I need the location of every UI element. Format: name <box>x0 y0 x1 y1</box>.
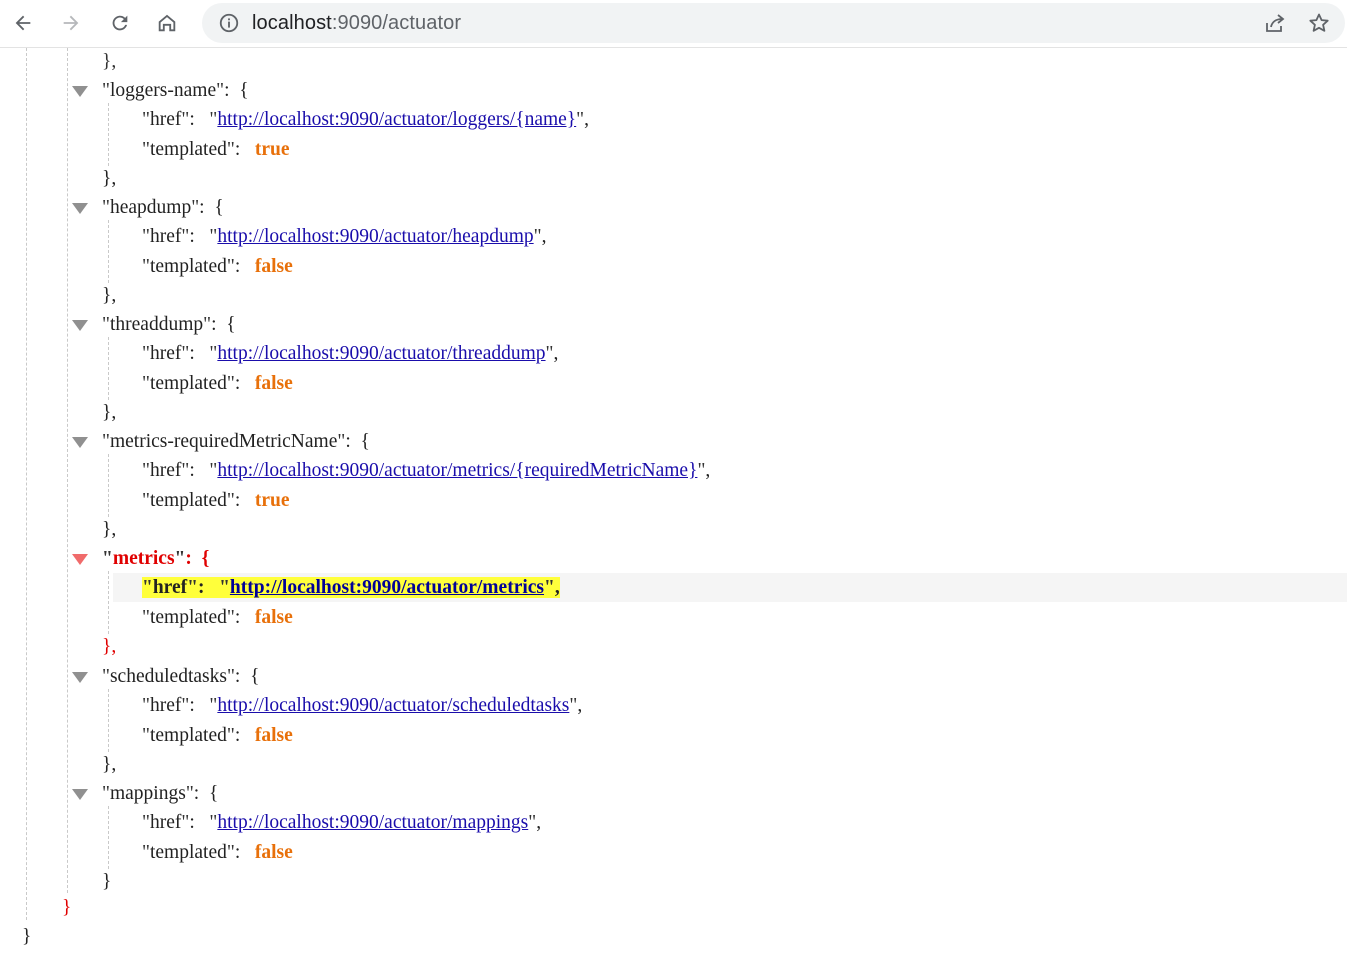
reload-icon <box>112 15 128 31</box>
object-guide-line <box>108 454 109 517</box>
info-icon[interactable] <box>218 12 240 34</box>
home-button[interactable] <box>150 6 184 40</box>
templated-value: false <box>254 607 293 628</box>
entry-key: heapdump <box>109 197 192 218</box>
collapse-toggle-icon[interactable] <box>72 203 88 214</box>
entry-close: }, <box>102 754 117 775</box>
root-guide-line <box>26 48 27 920</box>
entry-key-line: "metrics-requiredMetricName": { <box>102 431 370 452</box>
templated-value: true <box>254 490 290 511</box>
reload-button[interactable] <box>103 6 137 40</box>
entry-key: metrics <box>112 548 175 569</box>
back-button[interactable] <box>6 6 40 40</box>
templated-line: "templated": true <box>142 490 290 511</box>
href-link[interactable]: http://localhost:9090/actuator/scheduled… <box>217 695 569 716</box>
entry-key: mappings <box>109 783 186 804</box>
entry-close: }, <box>102 168 117 189</box>
href-link[interactable]: http://localhost:9090/actuator/loggers/{… <box>217 109 576 130</box>
collapse-toggle-icon[interactable] <box>72 554 88 565</box>
templated-line: "templated": false <box>142 256 293 277</box>
collapse-toggle-icon[interactable] <box>72 320 88 331</box>
object-guide-line <box>108 337 109 400</box>
templated-line: "templated": false <box>142 842 293 863</box>
href-link[interactable]: http://localhost:9090/actuator/metrics <box>230 577 544 598</box>
entry-key-line: "heapdump": { <box>102 197 224 218</box>
templated-value: true <box>254 139 290 160</box>
object-guide-line <box>108 103 109 166</box>
href-line: "href": "http://localhost:9090/actuator/… <box>142 812 542 833</box>
templated-line: "templated": false <box>142 373 293 394</box>
templated-value: false <box>254 842 293 863</box>
json-viewer: }, "loggers-name": { "href": "http://loca… <box>0 48 1347 955</box>
templated-line: "templated": true <box>142 139 290 160</box>
entry-close: }, <box>102 402 117 423</box>
collapse-toggle-icon[interactable] <box>72 86 88 97</box>
share-icon[interactable] <box>1263 11 1287 35</box>
collapse-toggle-icon[interactable] <box>72 789 88 800</box>
href-line: "href": "http://localhost:9090/actuator/… <box>142 460 711 481</box>
templated-value: false <box>254 256 293 277</box>
entry-key-line: "scheduledtasks": { <box>102 666 260 687</box>
entry-key-line: "metrics": { <box>102 548 210 569</box>
href-link[interactable]: http://localhost:9090/actuator/threaddum… <box>217 343 545 364</box>
templated-value: false <box>254 373 293 394</box>
entry-close: }, <box>102 636 117 657</box>
url-host: localhost <box>252 12 332 34</box>
entry-key-line: "threaddump": { <box>102 314 236 335</box>
object-guide-line <box>108 806 109 869</box>
href-line: "href": "http://localhost:9090/actuator/… <box>142 109 590 130</box>
entry-close: } <box>102 871 112 892</box>
object-guide-line <box>108 220 109 283</box>
collapse-toggle-icon[interactable] <box>72 437 88 448</box>
href-link[interactable]: http://localhost:9090/actuator/heapdump <box>217 226 533 247</box>
object-guide-line <box>108 689 109 752</box>
entry-key-line: "mappings": { <box>102 783 219 804</box>
address-bar[interactable]: localhost:9090/actuator <box>202 3 1345 43</box>
entry-key: loggers-name <box>109 80 217 101</box>
entry-close: }, <box>102 519 117 540</box>
links-guide-line <box>67 48 68 893</box>
bookmark-star-icon[interactable] <box>1307 11 1331 35</box>
home-icon <box>158 14 176 32</box>
entry-close: }, <box>102 285 117 306</box>
href-line: "href": "http://localhost:9090/actuator/… <box>142 577 560 598</box>
href-line: "href": "http://localhost:9090/actuator/… <box>142 343 559 364</box>
entry-key-line: "loggers-name": { <box>102 80 249 101</box>
templated-value: false <box>254 725 293 746</box>
href-link[interactable]: http://localhost:9090/actuator/mappings <box>217 812 528 833</box>
href-line: "href": "http://localhost:9090/actuator/… <box>142 695 583 716</box>
href-line: "href": "http://localhost:9090/actuator/… <box>142 226 547 247</box>
templated-line: "templated": false <box>142 607 293 628</box>
browser-toolbar: localhost:9090/actuator <box>0 0 1347 48</box>
forward-button[interactable] <box>54 6 88 40</box>
entry-key: scheduledtasks <box>109 666 227 687</box>
back-arrow-icon <box>15 15 31 31</box>
href-link[interactable]: http://localhost:9090/actuator/metrics/{… <box>217 460 697 481</box>
collapse-toggle-icon[interactable] <box>72 672 88 683</box>
object-guide-line <box>108 571 109 634</box>
templated-line: "templated": false <box>142 725 293 746</box>
entry-key: threaddump <box>109 314 204 335</box>
url-path: :9090/actuator <box>331 12 462 34</box>
forward-arrow-icon <box>63 15 79 31</box>
prev-entry-close: }, <box>102 51 117 72</box>
root-object-close: } <box>22 926 32 947</box>
links-object-close: } <box>62 897 72 918</box>
url-text[interactable]: localhost:9090/actuator <box>252 12 461 35</box>
entry-key: metrics-requiredMetricName <box>109 431 338 452</box>
